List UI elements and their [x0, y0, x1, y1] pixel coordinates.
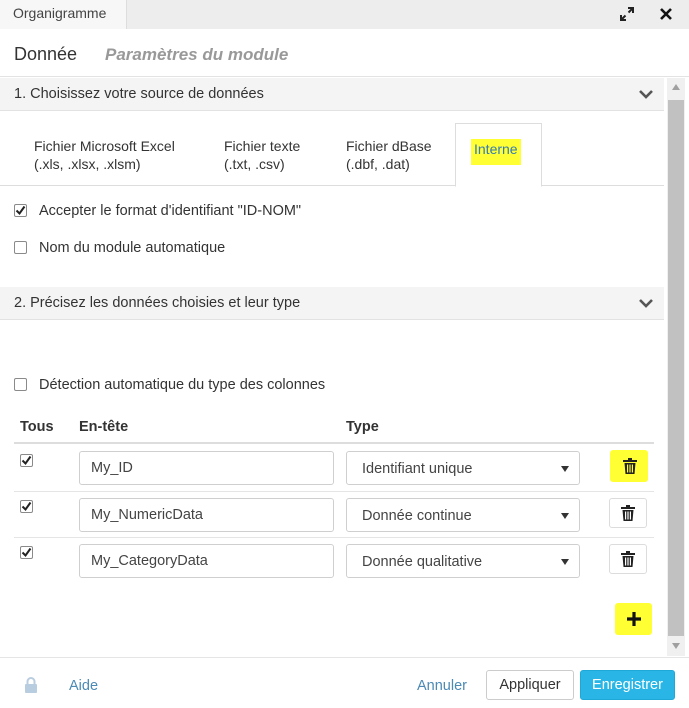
tab-donnee[interactable]: Donnée [14, 44, 77, 65]
auto-module-name-checkbox[interactable] [14, 241, 27, 254]
delete-row-button[interactable] [609, 498, 647, 528]
section-data-types[interactable]: 2. Précisez les données choisies et leur… [0, 287, 664, 320]
accept-id-format-label: Accepter le format d'identifiant "ID-NOM… [39, 203, 302, 219]
scrollbar-thumb[interactable] [668, 100, 684, 636]
chevron-down-icon[interactable] [638, 87, 654, 101]
source-tab-internal[interactable]: Interne [471, 139, 521, 165]
column-header-header: En-tête [79, 419, 129, 435]
source-tab-excel-ext: (.xls, .xlsx, .xlsm) [34, 156, 141, 172]
check-icon [21, 455, 32, 466]
scroll-up-arrow-icon[interactable] [672, 84, 680, 90]
section-data-source[interactable]: 1. Choisissez votre source de données [0, 78, 664, 111]
source-tab-excel-label: Fichier Microsoft Excel [34, 138, 175, 154]
footer-divider [0, 657, 689, 658]
window-title: Organigramme [0, 0, 127, 29]
source-tab-dbase-label: Fichier dBase [346, 138, 432, 154]
source-tab-excel[interactable]: Fichier Microsoft Excel (.xls, .xlsx, .x… [34, 137, 175, 173]
source-tab-text-ext: (.txt, .csv) [224, 156, 285, 172]
source-tab-internal-label: Interne [471, 139, 521, 165]
delete-row-button[interactable] [611, 451, 649, 481]
apply-button[interactable]: Appliquer [486, 670, 574, 700]
dropdown-arrow-icon [561, 559, 569, 565]
plus-icon [626, 612, 641, 626]
row-checkbox[interactable] [20, 546, 33, 559]
column-name-input[interactable]: My_ID [79, 451, 334, 485]
table-header-divider [14, 442, 654, 444]
source-tab-dbase-ext: (.dbf, .dat) [346, 156, 410, 172]
section-data-types-title: 2. Précisez les données choisies et leur… [14, 295, 301, 311]
row-divider [14, 491, 654, 492]
column-type-value: Donnée continue [362, 508, 472, 524]
column-type-select[interactable]: Identifiant unique [346, 451, 580, 485]
add-row-button[interactable] [615, 603, 652, 635]
delete-row-button[interactable] [609, 544, 647, 574]
expand-icon[interactable] [616, 3, 638, 25]
column-type-value: Identifiant unique [362, 461, 473, 477]
dropdown-arrow-icon [561, 513, 569, 519]
auto-detect-checkbox[interactable] [14, 378, 27, 391]
trash-icon [621, 505, 635, 521]
scroll-down-arrow-icon[interactable] [672, 643, 680, 649]
trash-icon [623, 458, 637, 474]
auto-module-name-label: Nom du module automatique [39, 240, 226, 256]
check-icon [15, 205, 26, 216]
trash-icon [621, 551, 635, 567]
column-name-input[interactable]: My_NumericData [79, 498, 334, 532]
chevron-down-icon[interactable] [638, 296, 654, 310]
close-icon[interactable] [655, 3, 677, 25]
check-icon [21, 501, 32, 512]
source-tabs-line [0, 185, 664, 186]
lock-icon[interactable] [24, 677, 38, 698]
column-header-all: Tous [20, 419, 54, 435]
check-icon [21, 547, 32, 558]
row-checkbox[interactable] [20, 500, 33, 513]
source-tab-text-label: Fichier texte [224, 138, 301, 154]
accept-id-format-checkbox[interactable] [14, 204, 27, 217]
source-tab-dbase[interactable]: Fichier dBase (.dbf, .dat) [346, 137, 432, 173]
main-tabs-bar [0, 31, 689, 77]
row-checkbox[interactable] [20, 454, 33, 467]
cancel-link[interactable]: Annuler [417, 678, 467, 694]
column-type-select[interactable]: Donnée qualitative [346, 544, 580, 578]
help-link[interactable]: Aide [69, 678, 98, 694]
column-type-value: Donnée qualitative [362, 554, 483, 570]
tab-parametres-module[interactable]: Paramètres du module [105, 45, 288, 65]
auto-detect-label: Détection automatique du type des colonn… [39, 377, 326, 393]
column-name-input[interactable]: My_CategoryData [79, 544, 334, 578]
source-tab-text[interactable]: Fichier texte (.txt, .csv) [224, 137, 300, 173]
row-divider [14, 537, 654, 538]
dropdown-arrow-icon [561, 466, 569, 472]
section-data-source-title: 1. Choisissez votre source de données [14, 86, 264, 102]
column-header-type: Type [346, 419, 379, 435]
save-button[interactable]: Enregistrer [580, 670, 675, 700]
column-type-select[interactable]: Donnée continue [346, 498, 580, 532]
